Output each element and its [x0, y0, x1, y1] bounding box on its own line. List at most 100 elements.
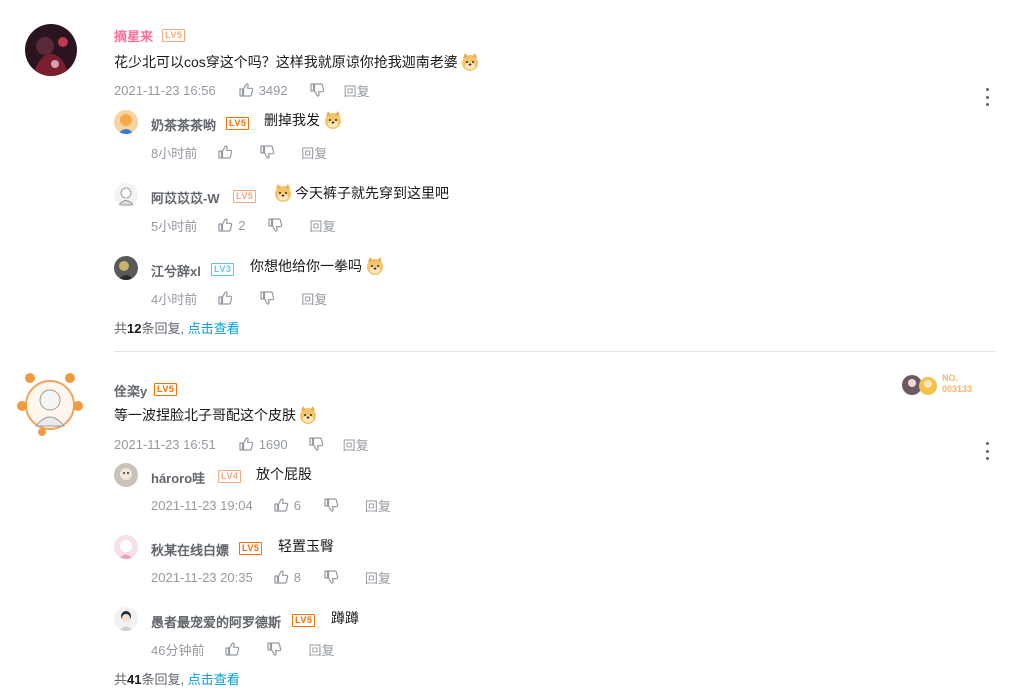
reply-username[interactable]: 江兮辞xl: [151, 261, 201, 280]
dislike-button[interactable]: [309, 82, 325, 98]
reply-username[interactable]: 阿苡苡苡-W: [151, 188, 220, 207]
avatar[interactable]: [25, 24, 77, 76]
level-badge: LV5: [292, 614, 316, 627]
dislike-icon: [267, 217, 283, 233]
like-count: 1690: [258, 436, 288, 452]
dislike-icon: [323, 569, 339, 585]
like-button[interactable]: 2: [217, 217, 245, 233]
reply-text: 蹲蹲: [331, 610, 359, 626]
more-options-icon[interactable]: [984, 88, 990, 106]
reply-username[interactable]: hároro哇: [151, 468, 205, 487]
reply-button[interactable]: 回复: [344, 81, 370, 100]
view-replies-link[interactable]: 点击查看: [188, 672, 240, 687]
reply-avatar[interactable]: [114, 256, 138, 280]
doge-emoji-icon: [460, 52, 480, 72]
username[interactable]: 摘星来: [114, 26, 153, 45]
dislike-button[interactable]: [259, 290, 275, 306]
level-badge: LV5: [226, 117, 250, 130]
reply-summary: 共41条回复, 点击查看: [114, 672, 240, 687]
like-button[interactable]: 3492: [238, 82, 288, 98]
reply-avatar[interactable]: [114, 183, 138, 207]
like-button[interactable]: 8: [273, 569, 301, 585]
like-button[interactable]: 6: [273, 497, 301, 513]
dislike-button[interactable]: [323, 569, 339, 585]
timestamp: 2021-11-23 16:56: [114, 82, 216, 98]
like-icon: [217, 217, 233, 233]
dislike-button[interactable]: [308, 436, 324, 452]
like-icon: [273, 569, 289, 585]
reply-count: 41: [127, 672, 142, 687]
comment-text: 花少北可以cos穿这个吗？这样我就原谅你抢我迦南老婆: [114, 51, 480, 73]
reply-meta: 8小时前 回复: [151, 143, 327, 161]
like-button[interactable]: 1690: [238, 436, 288, 452]
fan-badge-icon: [902, 375, 937, 395]
comment-text: 等一波捏脸北子哥配这个皮肤: [114, 404, 318, 426]
timestamp: 4小时前: [151, 291, 198, 307]
dislike-icon: [309, 82, 325, 98]
like-button[interactable]: [217, 144, 233, 160]
dislike-icon: [259, 144, 275, 160]
badge-number: 003133: [942, 384, 973, 394]
comment-thread: 摘星来 LV5 花少北可以cos穿这个吗？这样我就原谅你抢我迦南老婆 2021-…: [0, 0, 1011, 340]
reply-text: 你想他给你一拳吗: [250, 255, 385, 277]
username[interactable]: 佺栥y: [114, 381, 147, 400]
reply-avatar[interactable]: [114, 110, 138, 134]
doge-emoji-icon: [365, 256, 385, 276]
timestamp: 8小时前: [151, 145, 198, 161]
reply-username[interactable]: 愚者最宠爱的阿罗德斯: [151, 612, 281, 631]
reply-summary: 共12条回复, 点击查看: [114, 321, 240, 336]
reply-text: 轻置玉臀: [278, 538, 334, 554]
reply-button[interactable]: 回复: [301, 289, 327, 308]
comment-meta: 2021-11-23 16:56 3492 回复: [114, 81, 370, 99]
dislike-icon: [259, 290, 275, 306]
dislike-icon: [308, 436, 324, 452]
avatar[interactable]: [12, 368, 88, 438]
reply-meta: 5小时前 2 回复: [151, 216, 335, 234]
reply-button[interactable]: 回复: [365, 496, 391, 515]
like-icon: [224, 641, 240, 657]
reply-username[interactable]: 奶茶茶茶哟: [151, 115, 216, 134]
reply-meta: 2021-11-23 20:35 8 回复: [151, 568, 391, 586]
like-count: 2: [238, 217, 246, 233]
like-count: 3492: [258, 82, 288, 98]
more-options-icon[interactable]: [984, 442, 990, 460]
reply-button[interactable]: 回复: [343, 435, 369, 454]
dislike-button[interactable]: [266, 641, 282, 657]
reply-button[interactable]: 回复: [365, 568, 391, 587]
reply-text: 删掉我发: [264, 109, 343, 131]
dislike-button[interactable]: [259, 144, 275, 160]
view-replies-link[interactable]: 点击查看: [188, 321, 240, 336]
badge-label: NO.: [942, 373, 959, 383]
dislike-button[interactable]: [323, 497, 339, 513]
reply-text: 放个屁股: [256, 466, 312, 482]
level-badge: LV5: [162, 29, 186, 42]
level-badge: LV5: [233, 190, 257, 203]
timestamp: 2021-11-23 16:51: [114, 436, 216, 452]
like-count: 8: [293, 569, 301, 585]
timestamp: 2021-11-23 19:04: [151, 497, 253, 513]
fan-badge: NO. 003133: [898, 370, 988, 400]
level-badge: LV5: [154, 383, 178, 396]
comment-meta: 2021-11-23 16:51 1690 回复: [114, 435, 369, 453]
like-button[interactable]: [217, 290, 233, 306]
timestamp: 2021-11-23 20:35: [151, 569, 253, 585]
reply-username[interactable]: 秋某在线白嫖: [151, 540, 229, 559]
level-badge: LV3: [211, 263, 235, 276]
like-count: 6: [293, 497, 301, 513]
reply-count: 12: [127, 321, 142, 336]
like-button[interactable]: [224, 641, 240, 657]
reply-avatar[interactable]: [114, 463, 138, 487]
like-icon: [273, 497, 289, 513]
dislike-button[interactable]: [267, 217, 283, 233]
reply-button[interactable]: 回复: [301, 143, 327, 162]
like-icon: [217, 144, 233, 160]
timestamp: 46分钟前: [151, 642, 205, 658]
reply-avatar[interactable]: [114, 535, 138, 559]
reply-avatar[interactable]: [114, 607, 138, 631]
dislike-icon: [266, 641, 282, 657]
level-badge: LV5: [239, 542, 263, 555]
reply-button[interactable]: 回复: [308, 640, 334, 659]
comment-divider: [114, 351, 996, 352]
reply-button[interactable]: 回复: [309, 216, 335, 235]
doge-rose-emoji-icon: [273, 183, 293, 203]
